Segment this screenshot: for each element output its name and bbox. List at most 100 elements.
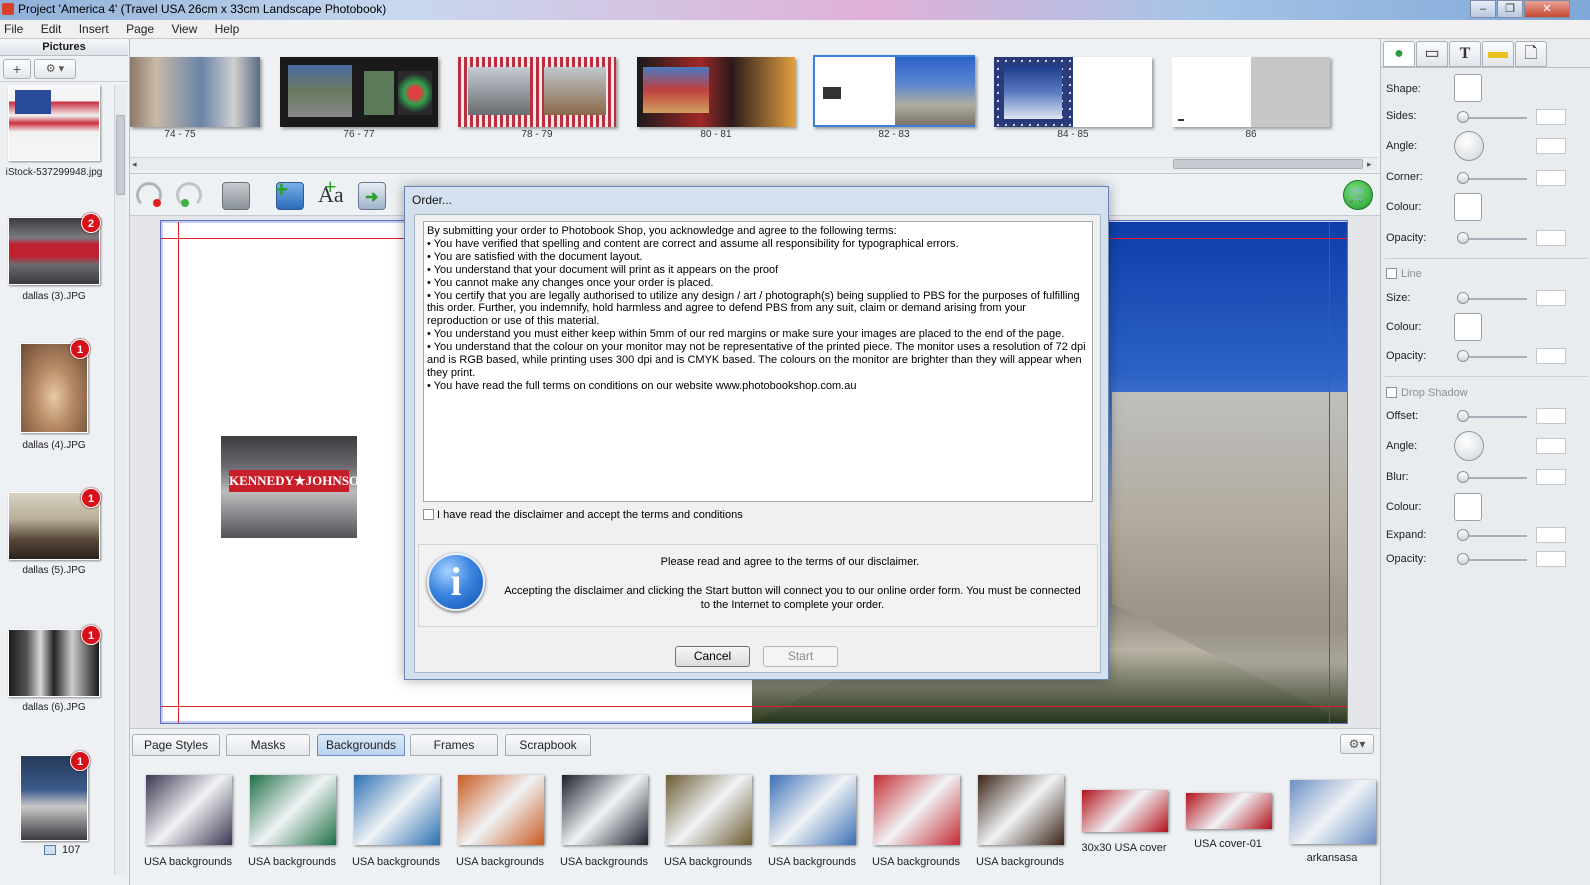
shape-opacity-knob[interactable] [1457, 232, 1469, 244]
kennedy-johnson-photo[interactable]: KENNEDY★JOHNSON [221, 436, 369, 538]
shadow-angle-dial[interactable] [1454, 431, 1484, 461]
maximize-button[interactable]: ❐ [1497, 0, 1523, 18]
menu-insert[interactable]: Insert [75, 20, 113, 36]
menu-file[interactable]: File [0, 20, 27, 36]
background-item[interactable] [666, 775, 752, 845]
accept-terms-row[interactable]: I have read the disclaimer and accept th… [423, 509, 743, 521]
picture-thumb-flag[interactable] [8, 85, 100, 161]
sides-slider[interactable] [1463, 117, 1527, 119]
tab-page-styles[interactable]: Page Styles [132, 734, 220, 756]
shadow-opacity-value[interactable] [1536, 551, 1566, 567]
background-item[interactable] [874, 775, 960, 845]
line-opacity-slider[interactable] [1463, 356, 1527, 358]
line-size-value[interactable] [1536, 290, 1566, 306]
line-size-slider[interactable] [1463, 298, 1527, 300]
shadow-blur-knob[interactable] [1457, 471, 1469, 483]
menu-view[interactable]: View [167, 20, 201, 36]
page-tab[interactable]: 🗋 [1515, 41, 1547, 67]
shape-picker[interactable] [1454, 74, 1482, 102]
text-tab[interactable]: T [1449, 41, 1481, 67]
spread-thumb-86[interactable] [1172, 57, 1330, 127]
save-icon[interactable] [222, 182, 250, 210]
angle-dial[interactable] [1454, 131, 1484, 161]
spread-thumb-82-83[interactable] [813, 55, 975, 127]
shadow-expand-knob[interactable] [1457, 529, 1469, 541]
import-icon[interactable]: ➜ [358, 182, 386, 210]
tab-frames[interactable]: Frames [410, 734, 498, 756]
line-size-knob[interactable] [1457, 292, 1469, 304]
accept-terms-label[interactable]: I have read the disclaimer and accept th… [437, 509, 743, 521]
shadow-opacity-slider[interactable] [1463, 559, 1527, 561]
corner-slider-knob[interactable] [1457, 172, 1469, 184]
line-colour-swatch[interactable] [1454, 313, 1482, 341]
spread-thumb-80-81[interactable] [637, 57, 795, 127]
minimize-button[interactable]: – [1470, 0, 1496, 18]
menu-help[interactable]: Help [211, 20, 244, 36]
corner-slider[interactable] [1463, 178, 1527, 180]
shadow-colour-swatch[interactable] [1454, 493, 1482, 521]
background-item[interactable] [1186, 793, 1272, 829]
tab-scrapbook[interactable]: Scrapbook [505, 734, 591, 756]
shadow-offset-slider[interactable] [1463, 416, 1527, 418]
spreads-scrollbar[interactable]: ◂ ▸ [130, 157, 1378, 171]
shape-opacity-slider[interactable] [1463, 238, 1527, 240]
sides-slider-knob[interactable] [1457, 111, 1469, 123]
shape-colour-swatch[interactable] [1454, 193, 1482, 221]
tab-backgrounds[interactable]: Backgrounds [317, 734, 405, 756]
undo-icon[interactable] [136, 182, 162, 208]
shadow-expand-value[interactable] [1536, 527, 1566, 543]
shadow-offset-value[interactable] [1536, 408, 1566, 424]
redo-icon[interactable] [176, 182, 202, 208]
corner-value[interactable] [1536, 170, 1566, 186]
add-picture-button[interactable]: + [3, 59, 31, 79]
accept-terms-checkbox[interactable] [423, 509, 434, 520]
terms-line: • You understand that the colour on your… [427, 341, 1086, 379]
frame-tab[interactable]: ▭ [1416, 41, 1448, 67]
shadow-blur-slider[interactable] [1463, 477, 1527, 479]
angle-value[interactable] [1536, 138, 1566, 154]
usage-badge: 1 [81, 488, 101, 508]
pictures-settings-button[interactable]: ⚙ ▾ [34, 59, 76, 79]
background-label: USA backgrounds [455, 856, 545, 868]
background-item[interactable] [562, 775, 648, 845]
background-item[interactable] [146, 775, 232, 845]
shape-opacity-value[interactable] [1536, 230, 1566, 246]
spread-thumb-74-75[interactable] [130, 57, 260, 127]
add-text-box-icon[interactable]: Aa + [318, 174, 346, 210]
cancel-button[interactable]: Cancel [675, 646, 750, 667]
close-window-button[interactable]: ✕ [1524, 0, 1570, 18]
spread-thumb-76-77[interactable] [280, 57, 438, 127]
line-checkbox[interactable] [1386, 268, 1397, 279]
menu-edit[interactable]: Edit [37, 20, 66, 36]
shape-tab[interactable]: ● [1383, 41, 1415, 67]
pictures-scrollbar[interactable] [114, 85, 126, 875]
add-picture-box-icon[interactable]: + [275, 177, 304, 210]
shadow-opacity-knob[interactable] [1457, 553, 1469, 565]
start-button[interactable]: Start [763, 646, 838, 667]
cart-icon[interactable]: 🛒 [1343, 180, 1373, 210]
sides-value[interactable] [1536, 109, 1566, 125]
background-item[interactable] [354, 775, 440, 845]
shadow-angle-label: Angle: [1386, 440, 1418, 452]
tab-masks[interactable]: Masks [226, 734, 310, 756]
shadow-expand-slider[interactable] [1463, 535, 1527, 537]
spread-thumb-78-79[interactable] [458, 57, 616, 127]
background-item[interactable] [1082, 790, 1168, 832]
background-item[interactable] [770, 775, 856, 845]
terms-text-area[interactable]: By submitting your order to Photobook Sh… [423, 221, 1093, 502]
background-item[interactable] [1290, 780, 1376, 844]
menu-page[interactable]: Page [122, 20, 158, 36]
line-opacity-value[interactable] [1536, 348, 1566, 364]
line-opacity-knob[interactable] [1457, 350, 1469, 362]
library-settings-button[interactable]: ⚙▾ [1340, 734, 1374, 754]
background-item[interactable] [250, 775, 336, 845]
background-item[interactable] [978, 775, 1064, 845]
pictures-panel: Pictures + ⚙ ▾ iStock-537299948.jpg 2 da… [0, 39, 130, 885]
shadow-blur-value[interactable] [1536, 469, 1566, 485]
shadow-offset-knob[interactable] [1457, 410, 1469, 422]
spread-thumb-84-85[interactable] [994, 57, 1152, 127]
drop-shadow-checkbox[interactable] [1386, 387, 1397, 398]
shadow-angle-value[interactable] [1536, 438, 1566, 454]
background-item[interactable] [458, 775, 544, 845]
ruler-tab[interactable] [1482, 41, 1514, 67]
